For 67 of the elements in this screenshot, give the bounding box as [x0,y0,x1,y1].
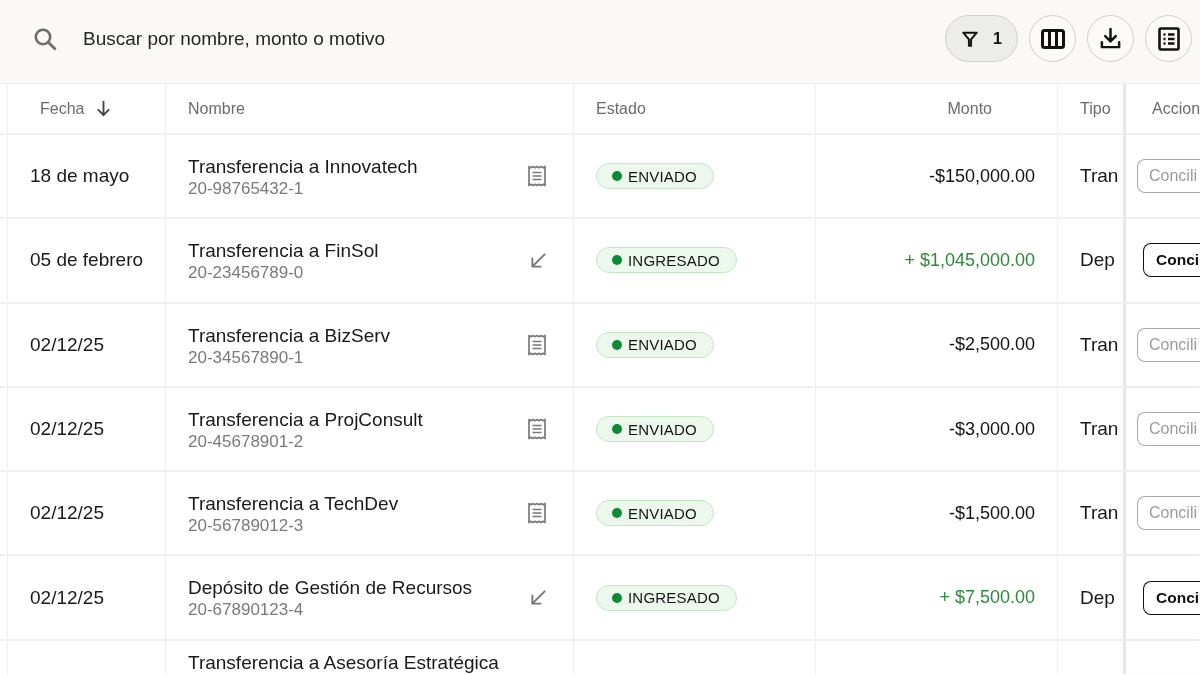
arrow-down-left-icon [530,589,547,607]
filter-button[interactable]: 1 [945,15,1018,62]
status-dot-icon [612,592,622,603]
transaction-name: Transferencia a BizServ [188,324,391,347]
transaction-date: 18 de mayo [30,165,130,188]
transaction-type: Dep [1080,586,1115,609]
account-number: 20-67890123-4 [188,599,305,622]
transaction-amount: -$1,500.00 [948,502,1035,524]
column-header[interactable]: Tipo [1080,99,1111,118]
status-dot-icon [612,424,622,435]
search-input[interactable]: Buscar por nombre, monto o motivo [83,22,929,55]
status-dot-icon [612,508,622,519]
transaction-name: Transferencia a TechDev [188,493,399,516]
status-label: ENVIADO [628,336,697,354]
columns-button[interactable] [1029,15,1076,62]
transaction-name: Transferencia a ProjConsult [188,408,423,431]
receipt-icon [527,333,547,356]
status-label: INGRESADO [628,589,720,607]
columns-icon [1040,28,1065,49]
account-number: 20-98765432-1 [188,178,305,200]
column-header[interactable]: Accion [1152,99,1200,118]
transaction-name: Transferencia a FinSol [188,240,379,263]
filter-icon [961,29,980,48]
column-header[interactable]: Fecha [40,99,85,118]
search-icon [33,26,57,51]
status-label: ENVIADO [628,167,697,185]
transaction-name: Transferencia a Asesoría Estratégica [188,651,499,674]
status-label: ENVIADO [628,504,697,522]
transaction-name: Transferencia a Innovatech [188,156,418,178]
account-number: 20-56789012-3 [188,515,305,538]
status-dot-icon [612,339,622,350]
arrow-down-left-icon [530,251,547,269]
transaction-type: Tran [1080,333,1119,356]
transaction-date: 02/12/25 [30,333,104,356]
transaction-type: Tran [1080,165,1119,188]
download-icon [1099,27,1122,50]
receipt-icon [527,165,547,188]
reconcile-button[interactable]: Conci [1143,243,1200,278]
transaction-name: Depósito de Gestión de Recursos [188,577,473,600]
download-button[interactable] [1087,15,1134,62]
transaction-date: 02/12/25 [30,586,104,609]
transaction-amount: -$150,000.00 [928,165,1035,187]
account-number: 20-45678901-2 [188,430,305,453]
transaction-type: Tran [1080,418,1119,441]
transaction-amount: + $7,500.00 [939,587,1035,609]
status-label: ENVIADO [628,420,697,438]
transaction-amount: -$3,000.00 [948,418,1035,440]
transaction-date: 05 de febrero [30,249,144,272]
reconcile-button[interactable]: Conci [1143,580,1200,615]
transaction-amount: + $1,045,000.00 [904,249,1035,271]
status-dot-icon [612,255,622,266]
column-header[interactable]: Nombre [188,99,245,118]
account-number: 20-23456789-0 [188,262,305,285]
transaction-type: Tran [1080,502,1119,525]
status-label: INGRESADO [628,251,720,269]
status-dot-icon [612,171,622,182]
list-button[interactable] [1145,15,1192,62]
column-header[interactable]: Estado [596,99,646,118]
account-number: 20-34567890-1 [188,346,305,369]
receipt-icon [527,418,547,441]
transaction-amount: -$2,500.00 [948,334,1035,356]
column-header[interactable]: Monto [947,99,992,118]
receipt-icon [527,502,547,525]
transaction-date: 02/12/25 [30,502,104,525]
transaction-date: 02/12/25 [30,418,104,441]
transaction-type: Dep [1080,249,1115,272]
list-icon [1157,26,1180,51]
